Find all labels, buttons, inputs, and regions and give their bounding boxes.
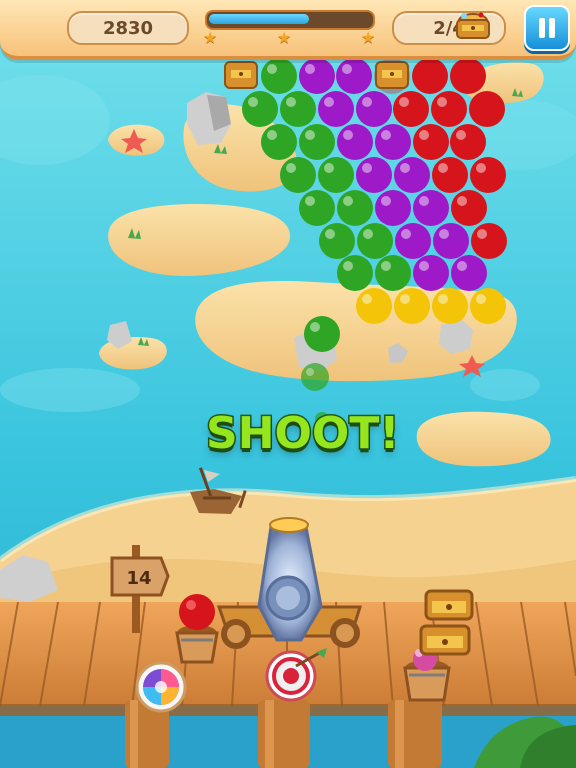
pause-button[interactable]: [524, 5, 570, 51]
score-value: 2830: [102, 17, 154, 39]
progress-star-icon-3: ★: [361, 28, 376, 47]
scene-art: 14: [0, 0, 576, 768]
treasure-chest-icon: [456, 12, 490, 39]
next-ball-bucket: [175, 594, 219, 664]
level-progress-fill: [209, 14, 310, 24]
pause-icon-bar: [549, 18, 555, 38]
bubble-row-5: [299, 190, 487, 226]
rainbow-ball-booster[interactable]: [135, 661, 187, 713]
top-hud: 2830 ★ ★ ★ 2/4: [0, 0, 576, 60]
shoot-banner: SHOOT!: [205, 408, 401, 459]
game-scene[interactable]: 14 2830 ★ ★ ★ 2/4 SHOOT!: [0, 0, 576, 768]
pause-icon: [539, 18, 545, 38]
bubble-chest-left: [224, 61, 258, 89]
progress-star-icon-2: ★: [277, 28, 292, 47]
bubble-row-6: [319, 223, 507, 259]
level-progress-bar: [205, 10, 375, 30]
next-ball: [179, 594, 215, 630]
shots-left-count: 14: [126, 568, 151, 589]
score-display: 2830: [67, 11, 189, 45]
bubble-chest-right: [375, 61, 409, 89]
progress-star-icon-1: ★: [203, 28, 218, 47]
